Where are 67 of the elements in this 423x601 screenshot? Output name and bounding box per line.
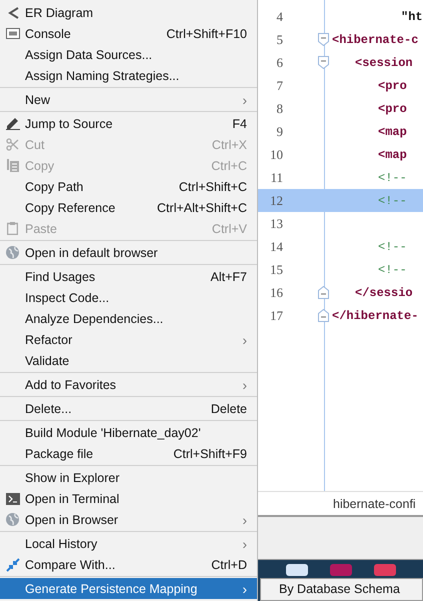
menu-item[interactable]: Copy Path Ctrl+Shift+C [0,176,257,197]
line-number: 11 [269,170,283,186]
line-number: 16 [269,284,283,300]
code-line: <!-- [378,194,407,208]
code-line: <!-- [378,170,407,184]
fold-icon[interactable] [318,33,329,46]
menu-item[interactable]: Inspect Code... [0,287,257,308]
menu-item[interactable]: New › [0,89,257,110]
app-icon[interactable] [286,564,308,576]
line-number: 4 [276,8,283,24]
compare-icon [6,558,20,572]
menu-item[interactable]: ER Diagram [0,2,257,23]
menu-item[interactable]: Show in Explorer [0,467,257,488]
code-line: <pro [378,78,407,92]
line-number: 12 [269,192,283,208]
scissors-icon [6,138,19,151]
menu-item[interactable]: By Database Schema [261,579,422,596]
menu-item[interactable]: Refactor › [0,329,257,350]
code-line: </hibernate- [332,308,418,322]
fold-icon[interactable] [318,309,329,322]
menu-item[interactable]: Compare With... Ctrl+D [0,554,257,575]
globe-icon [6,246,19,259]
menu-item[interactable]: Open in default browser [0,242,257,263]
code-line: <map [378,148,407,162]
code-line: "ht [401,10,423,24]
terminal-icon [6,492,20,504]
line-number: 7 [276,78,283,94]
menu-item[interactable]: Assign Naming Strategies... [0,65,257,86]
menu-item[interactable]: Open in Browser › [0,509,257,530]
menu-item[interactable]: Console Ctrl+Shift+F10 [0,23,257,44]
menu-item[interactable]: Add to Favorites › [0,374,257,395]
console-icon [6,28,20,39]
code-line: <pro [378,102,407,116]
menu-item[interactable]: Delete... Delete [0,398,257,419]
code-line: <!-- [378,262,407,276]
diagram-icon [6,6,18,18]
line-number: 14 [269,238,283,254]
menu-item[interactable]: Assign Data Sources... [0,44,257,65]
globe-icon [6,513,19,526]
code-line: <map [378,124,407,138]
menu-item[interactable]: Package file Ctrl+Shift+F9 [0,443,257,464]
clipboard-icon [7,222,18,235]
pencil-icon [6,117,20,130]
line-number: 13 [269,216,283,232]
code-line: <!-- [378,240,407,254]
fold-icon[interactable] [318,286,329,299]
code-line: </sessio [355,286,413,300]
menu-item[interactable]: Validate [0,350,257,371]
menu-item[interactable]: Local History › [0,533,257,554]
copy-icon [6,159,18,172]
line-number: 5 [276,32,283,48]
line-number: 6 [276,54,283,70]
menu-item[interactable]: Analyze Dependencies... [0,308,257,329]
menu-item[interactable]: Copy Reference Ctrl+Alt+Shift+C [0,197,257,218]
line-number: 17 [269,308,283,324]
code-line: <hibernate-c [332,32,418,46]
menu-item[interactable]: Open in Terminal [0,488,257,509]
line-number: 10 [269,146,283,162]
menu-item[interactable]: Generate Persistence Mapping › [0,578,257,599]
menu-item[interactable]: Find Usages Alt+F7 [0,266,257,287]
line-number: 15 [269,262,283,278]
fold-icon[interactable] [318,56,329,69]
menu-item[interactable]: Jump to Source F4 [0,113,257,134]
line-number: 8 [276,100,283,116]
line-number: 9 [276,124,283,140]
code-line: <session [355,56,413,70]
menu-item[interactable]: Build Module 'Hibernate_day02' [0,422,257,443]
